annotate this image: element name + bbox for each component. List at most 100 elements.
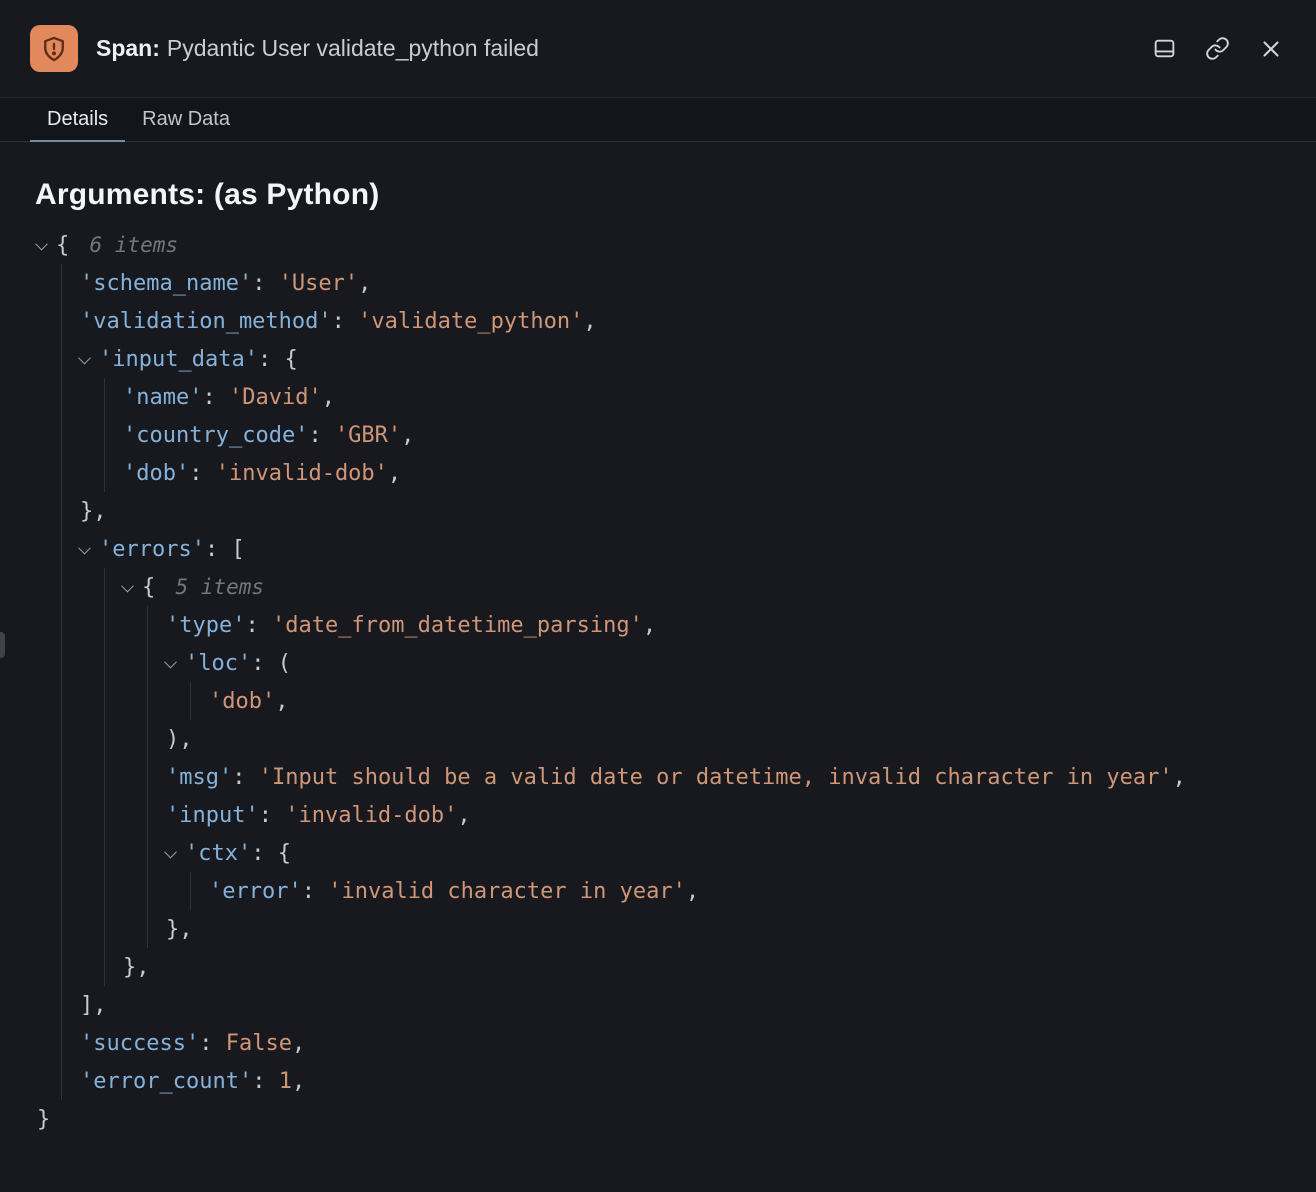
token-punct: , <box>275 689 288 714</box>
token-key: 'country_code' <box>123 423 308 448</box>
tab-raw-data[interactable]: Raw Data <box>125 98 247 141</box>
token-str: 'David' <box>229 385 322 410</box>
token-punct: , <box>358 271 371 296</box>
tree-node: 'input_data': {'name': 'David','country_… <box>80 340 1282 530</box>
token-punct: : <box>302 879 329 904</box>
tree-children: 'dob', <box>190 682 1282 720</box>
tree-row: 'msg': 'Input should be a valid date or … <box>166 758 1282 796</box>
tree-children: { 5 items'type': 'date_from_datetime_par… <box>104 568 1282 986</box>
shield-alert-icon <box>30 25 78 72</box>
token-str: 'invalid character in year' <box>328 879 686 904</box>
token-punct: , <box>401 423 414 448</box>
tree-row: 'input_data': { <box>80 340 1282 378</box>
tree-row: }, <box>166 910 1282 948</box>
dock-panel-icon <box>1152 36 1177 61</box>
close-button[interactable] <box>1258 36 1284 62</box>
details-content: Arguments: (as Python) { 6 items'schema_… <box>0 178 1316 1138</box>
token-meta: 5 items <box>176 575 265 599</box>
tree-row: 'type': 'date_from_datetime_parsing', <box>166 606 1282 644</box>
token-punct: , <box>292 1031 305 1056</box>
tree-row: 'ctx': { <box>166 834 1282 872</box>
token-punct: ), <box>166 727 193 752</box>
tree-row: ], <box>80 986 1282 1024</box>
tab-bar: Details Raw Data <box>0 97 1316 142</box>
span-detail-panel: { "header": { "title_label": "Span:", "t… <box>0 0 1316 1192</box>
panel-title-label: Span: <box>96 35 160 61</box>
token-punct: : ( <box>251 651 291 676</box>
chevron-down-icon[interactable] <box>166 659 185 668</box>
token-punct: }, <box>123 955 150 980</box>
token-punct: , <box>292 1069 305 1094</box>
token-str: 'invalid-dob' <box>285 803 457 828</box>
close-icon <box>1258 36 1284 62</box>
tree-row: { 5 items <box>123 568 1282 606</box>
tab-details[interactable]: Details <box>30 98 125 141</box>
token-meta: 6 items <box>90 233 179 257</box>
token-str: 'User' <box>279 271 358 296</box>
tree-children: 'name': 'David','country_code': 'GBR','d… <box>104 378 1282 492</box>
token-punct: : <box>252 271 279 296</box>
tree-row: ), <box>166 720 1282 758</box>
token-punct: , <box>583 309 596 334</box>
link-icon <box>1205 36 1230 61</box>
chevron-down-icon[interactable] <box>123 583 142 592</box>
token-key: 'success' <box>80 1031 199 1056</box>
tree-row: 'country_code': 'GBR', <box>123 416 1282 454</box>
token-str: 'dob' <box>209 689 275 714</box>
token-str: 'date_from_datetime_parsing' <box>272 613 643 638</box>
token-punct: : <box>245 613 272 638</box>
tree-row: 'error_count': 1, <box>80 1062 1282 1100</box>
tree-row: }, <box>80 492 1282 530</box>
tree-row: }, <box>123 948 1282 986</box>
token-punct: : <box>199 1031 226 1056</box>
tree-row: 'errors': [ <box>80 530 1282 568</box>
token-punct: } <box>37 1107 50 1132</box>
token-key: 'ctx' <box>185 841 251 866</box>
token-punct: , <box>1173 765 1186 790</box>
token-punct: }, <box>166 917 193 942</box>
token-key: 'loc' <box>185 651 251 676</box>
tree-children: 'type': 'date_from_datetime_parsing','lo… <box>147 606 1282 948</box>
panel-title: Span: Pydantic User validate_python faile… <box>96 35 1134 62</box>
token-punct: : <box>259 803 286 828</box>
tree-node: 'loc': ('dob',), <box>166 644 1282 758</box>
token-key: 'schema_name' <box>80 271 252 296</box>
token-punct: , <box>686 879 699 904</box>
token-punct: : [ <box>205 537 245 562</box>
tree-children: 'error': 'invalid character in year', <box>190 872 1282 910</box>
token-key: 'errors' <box>99 537 205 562</box>
token-punct: , <box>643 613 656 638</box>
tree-node: 'ctx': {'error': 'invalid character in y… <box>166 834 1282 948</box>
tree-row: 'name': 'David', <box>123 378 1282 416</box>
token-punct: : { <box>251 841 291 866</box>
token-val: False <box>226 1031 292 1056</box>
panel-resize-handle[interactable] <box>0 632 5 658</box>
token-str: 'GBR' <box>335 423 401 448</box>
tree-row: 'schema_name': 'User', <box>80 264 1282 302</box>
tree-row: 'success': False, <box>80 1024 1282 1062</box>
header-actions <box>1152 36 1284 62</box>
tree-row: 'input': 'invalid-dob', <box>166 796 1282 834</box>
tree-row: 'dob', <box>209 682 1282 720</box>
token-punct: { <box>56 233 83 258</box>
token-str: 'validate_python' <box>358 309 583 334</box>
tree-node: 'errors': [{ 5 items'type': 'date_from_d… <box>80 530 1282 1024</box>
chevron-down-icon[interactable] <box>166 849 185 858</box>
chevron-down-icon[interactable] <box>80 545 99 554</box>
token-punct: , <box>457 803 470 828</box>
token-key: 'name' <box>123 385 202 410</box>
tree-node: { 5 items'type': 'date_from_datetime_par… <box>123 568 1282 986</box>
tree-children: 'schema_name': 'User','validation_method… <box>61 264 1282 1100</box>
tree-row: 'loc': ( <box>166 644 1282 682</box>
token-key: 'type' <box>166 613 245 638</box>
token-str: 'Input should be a valid date or datetim… <box>259 765 1173 790</box>
token-punct: , <box>322 385 335 410</box>
chevron-down-icon[interactable] <box>80 355 99 364</box>
dock-panel-button[interactable] <box>1152 36 1177 61</box>
token-key: 'msg' <box>166 765 232 790</box>
chevron-down-icon[interactable] <box>37 241 56 250</box>
copy-link-button[interactable] <box>1205 36 1230 61</box>
panel-title-text: Pydantic User validate_python failed <box>167 35 539 61</box>
token-punct: }, <box>80 499 107 524</box>
token-punct: : <box>232 765 259 790</box>
